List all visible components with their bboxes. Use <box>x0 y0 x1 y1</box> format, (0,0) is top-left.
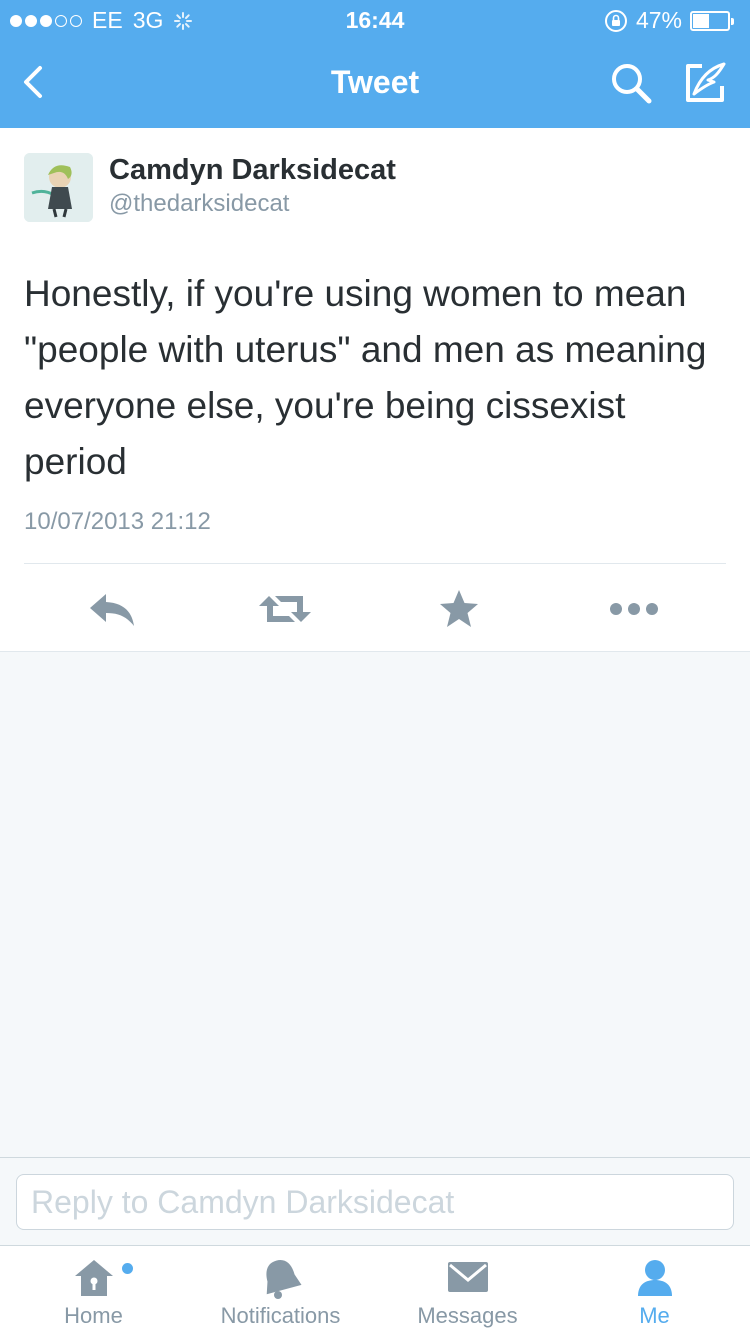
tab-me[interactable]: Me <box>561 1246 748 1334</box>
tab-me-label: Me <box>639 1303 670 1328</box>
tweet-text: Honestly, if you're using women to mean … <box>24 273 707 482</box>
home-icon <box>74 1260 113 1296</box>
reply-icon[interactable] <box>84 586 144 632</box>
battery-fill <box>693 13 709 28</box>
tweet-timestamp: 10/07/2013 21:12 <box>24 508 211 535</box>
tab-home[interactable]: Home <box>0 1246 187 1334</box>
divider <box>24 563 726 564</box>
tab-notifications-label: Notifications <box>220 1303 341 1328</box>
battery-icon <box>690 10 734 31</box>
tab-notifications[interactable]: Notifications <box>187 1246 374 1334</box>
tab-home-label: Home <box>64 1303 123 1328</box>
author-name[interactable]: Camdyn Darksidecat <box>109 154 396 187</box>
retweet-icon[interactable] <box>255 586 315 632</box>
reply-input[interactable] <box>16 1174 734 1230</box>
favorite-icon[interactable] <box>429 586 489 632</box>
author-handle[interactable]: @thedarksidecat <box>109 190 289 218</box>
tab-messages-label: Messages <box>417 1303 518 1328</box>
rotation-lock-icon <box>604 9 627 32</box>
person-icon <box>637 1260 672 1296</box>
tab-messages[interactable]: Messages <box>374 1246 561 1334</box>
more-icon[interactable] <box>604 586 664 632</box>
compose-icon[interactable] <box>680 58 730 108</box>
envelope-icon <box>447 1262 488 1292</box>
status-right: 47% <box>604 7 734 34</box>
top-header: EE 3G 16:44 47% Tweet <box>0 0 750 128</box>
battery-percent: 47% <box>635 7 682 33</box>
bell-icon <box>265 1260 301 1299</box>
tweet-card: Camdyn Darksidecat @thedarksidecat Hones… <box>0 128 750 652</box>
tab-bar: Home Notifications Messages Me <box>0 1245 750 1334</box>
reply-bar <box>0 1157 750 1245</box>
status-bar: EE 3G 16:44 47% <box>0 0 750 40</box>
avatar-image <box>24 153 93 222</box>
avatar[interactable] <box>24 153 93 222</box>
search-icon[interactable] <box>606 58 656 108</box>
home-notification-dot <box>122 1263 133 1274</box>
